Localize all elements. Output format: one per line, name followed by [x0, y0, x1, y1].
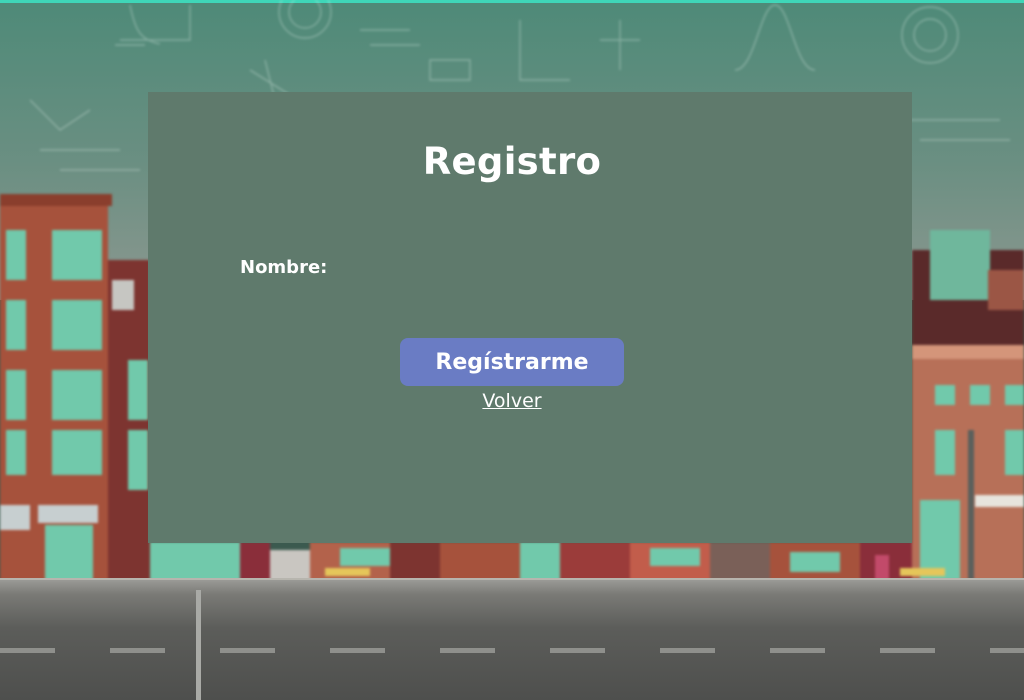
street — [0, 580, 1024, 700]
street-pole — [196, 590, 201, 700]
lane-marking — [990, 648, 1024, 653]
page-title: Registro — [422, 140, 602, 183]
lane-marking — [110, 648, 165, 653]
back-link[interactable]: Volver — [482, 390, 541, 412]
lane-marking — [0, 648, 55, 653]
lane-marking — [660, 648, 715, 653]
lane-marking — [330, 648, 385, 653]
lane-marking — [440, 648, 495, 653]
lane-marking — [220, 648, 275, 653]
register-button[interactable]: Regístrarme — [400, 338, 624, 386]
lane-marking — [770, 648, 825, 653]
lane-marking — [880, 648, 935, 653]
name-label: Nombre: — [240, 257, 328, 278]
lane-marking — [550, 648, 605, 653]
back-link-row: Volver — [0, 390, 1024, 412]
